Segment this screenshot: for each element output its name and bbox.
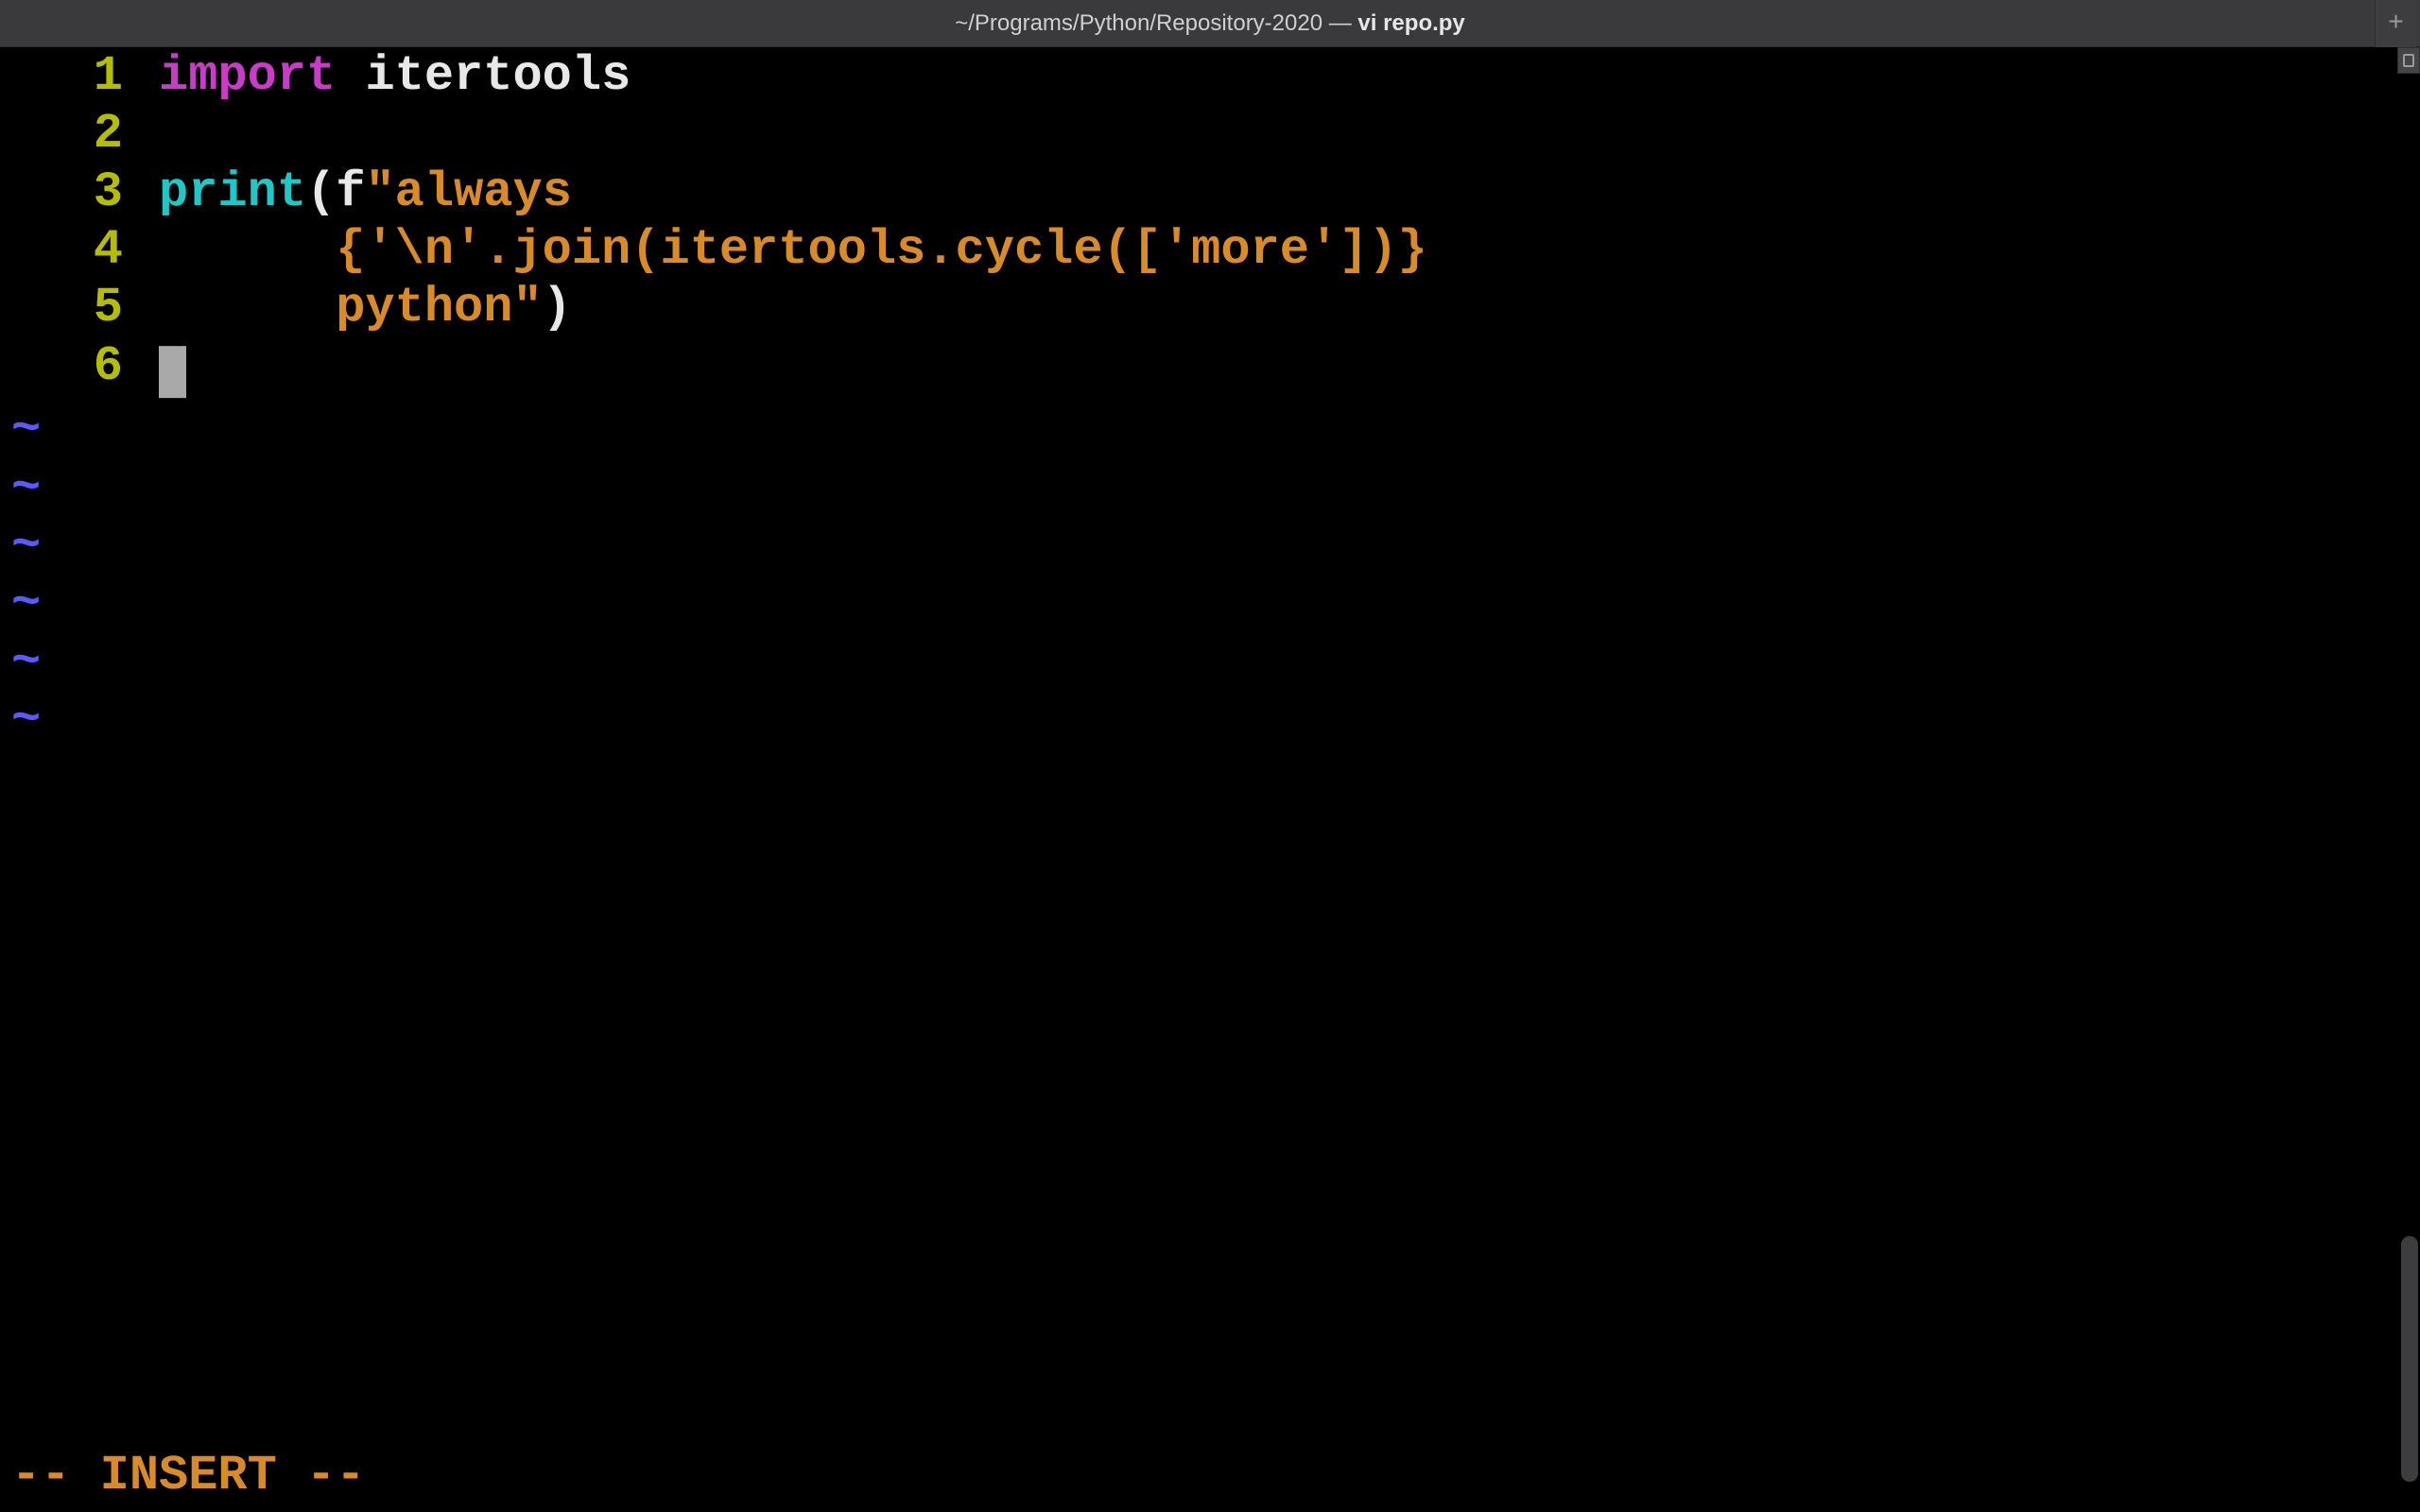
window-title: ~/Programs/Python/Repository-2020 — vi r… xyxy=(955,10,1465,37)
line-number: 3 xyxy=(8,163,159,221)
code-line[interactable]: 4 {'\n'.join(itertools.cycle(['more'])} xyxy=(0,221,2397,279)
line-number: 5 xyxy=(8,279,159,336)
code-content[interactable]: import itertools xyxy=(159,47,631,105)
line-number: 4 xyxy=(8,221,159,279)
empty-line-marker: ~ xyxy=(11,517,2397,575)
vi-mode-status: -- INSERT -- xyxy=(11,1447,365,1504)
window-titlebar: ~/Programs/Python/Repository-2020 — vi r… xyxy=(0,0,2420,47)
line-number: 1 xyxy=(8,47,159,105)
code-line[interactable]: 3print(f"always xyxy=(0,163,2397,221)
code-content[interactable]: {'\n'.join(itertools.cycle(['more'])} xyxy=(159,221,1427,279)
empty-line-marker: ~ xyxy=(11,575,2397,632)
line-number: 6 xyxy=(8,337,159,395)
code-line[interactable]: 5 python") xyxy=(0,279,2397,336)
new-tab-button[interactable]: + xyxy=(2375,0,2416,47)
empty-line-marker: ~ xyxy=(11,459,2397,517)
scrollbar-thumb[interactable] xyxy=(2401,1236,2418,1482)
scrollbar[interactable] xyxy=(2397,74,2420,1512)
empty-line-marker: ~ xyxy=(11,691,2397,748)
empty-line-marker: ~ xyxy=(11,633,2397,691)
code-line[interactable]: 6 xyxy=(0,337,2397,395)
editor-area[interactable]: 1import itertools23print(f"always4 {'\n'… xyxy=(0,47,2397,1512)
code-line[interactable]: 1import itertools xyxy=(0,47,2397,105)
window-path: ~/Programs/Python/Repository-2020 — xyxy=(955,10,1357,36)
code-content[interactable]: print(f"always xyxy=(159,163,572,221)
code-content[interactable]: python") xyxy=(159,279,572,336)
empty-buffer-lines: ~~~~~~ xyxy=(0,395,2397,748)
code-content[interactable] xyxy=(159,337,186,395)
empty-line-marker: ~ xyxy=(11,401,2397,458)
code-line[interactable]: 2 xyxy=(0,105,2397,163)
sidebar-toggle[interactable] xyxy=(2397,47,2420,74)
text-cursor xyxy=(159,346,186,398)
window-command: vi repo.py xyxy=(1357,10,1464,36)
line-number: 2 xyxy=(8,105,159,163)
